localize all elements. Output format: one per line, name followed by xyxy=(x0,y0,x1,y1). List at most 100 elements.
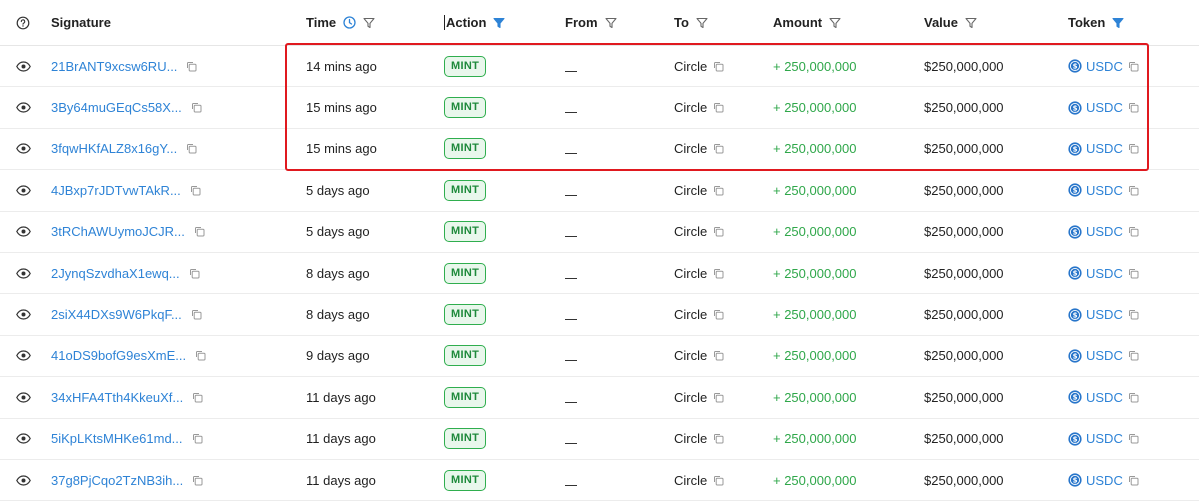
table-row[interactable]: 34xHFA4Tth4KkeuXf... 11 days ago MINT Ci… xyxy=(0,377,1199,419)
copy-icon[interactable] xyxy=(192,433,203,444)
copy-icon[interactable] xyxy=(1128,268,1139,279)
table-row[interactable]: 2siX44DXs9W6PkqF... 8 days ago MINT Circ… xyxy=(0,294,1199,336)
eye-icon[interactable] xyxy=(16,294,36,334)
eye-icon[interactable] xyxy=(16,377,36,417)
filter-icon[interactable] xyxy=(829,17,841,29)
token-link[interactable]: USDC xyxy=(1086,183,1123,198)
copy-icon[interactable] xyxy=(713,185,724,196)
eye-icon[interactable] xyxy=(16,170,36,210)
token-link[interactable]: USDC xyxy=(1086,431,1123,446)
copy-icon[interactable] xyxy=(713,475,724,486)
token-link[interactable]: USDC xyxy=(1086,307,1123,322)
header-action[interactable]: Action xyxy=(444,0,554,45)
eye-icon[interactable] xyxy=(16,87,36,127)
help-circle-icon[interactable] xyxy=(16,0,36,45)
copy-icon[interactable] xyxy=(194,226,205,237)
token-link[interactable]: USDC xyxy=(1086,100,1123,115)
copy-icon[interactable] xyxy=(713,61,724,72)
header-amount[interactable]: Amount xyxy=(773,0,918,45)
token-link[interactable]: USDC xyxy=(1086,59,1123,74)
to-text[interactable]: Circle xyxy=(674,431,707,446)
eye-icon[interactable] xyxy=(16,129,36,169)
copy-icon[interactable] xyxy=(713,268,724,279)
filter-active-icon[interactable] xyxy=(493,17,506,29)
header-value[interactable]: Value xyxy=(924,0,1064,45)
copy-icon[interactable] xyxy=(1128,392,1139,403)
header-to[interactable]: To xyxy=(674,0,769,45)
token-link[interactable]: USDC xyxy=(1086,473,1123,488)
to-text[interactable]: Circle xyxy=(674,473,707,488)
copy-icon[interactable] xyxy=(1128,433,1139,444)
copy-icon[interactable] xyxy=(1128,226,1139,237)
copy-icon[interactable] xyxy=(713,350,724,361)
copy-icon[interactable] xyxy=(191,102,202,113)
filter-icon[interactable] xyxy=(363,17,375,29)
to-text[interactable]: Circle xyxy=(674,183,707,198)
header-time[interactable]: Time xyxy=(306,0,436,45)
copy-icon[interactable] xyxy=(192,475,203,486)
filter-icon[interactable] xyxy=(965,17,977,29)
copy-icon[interactable] xyxy=(189,268,200,279)
copy-icon[interactable] xyxy=(1128,475,1139,486)
filter-icon[interactable] xyxy=(604,17,617,29)
table-row[interactable]: 3By64muGEqCs58X... 15 mins ago MINT Circ… xyxy=(0,87,1199,129)
table-row[interactable]: 5iKpLKtsMHKe61md... 11 days ago MINT Cir… xyxy=(0,419,1199,460)
copy-icon[interactable] xyxy=(1128,143,1139,154)
to-text[interactable]: Circle xyxy=(674,348,707,363)
copy-icon[interactable] xyxy=(713,392,724,403)
copy-icon[interactable] xyxy=(191,309,202,320)
to-text[interactable]: Circle xyxy=(674,100,707,115)
table-row[interactable]: 21BrANT9xcsw6RU... 14 mins ago MINT Circ… xyxy=(0,46,1199,88)
table-row[interactable]: 4JBxp7rJDTvwTAkR... 5 days ago MINT Circ… xyxy=(0,170,1199,212)
copy-icon[interactable] xyxy=(713,143,724,154)
to-text[interactable]: Circle xyxy=(674,59,707,74)
header-token[interactable]: Token xyxy=(1068,0,1188,45)
token-link[interactable]: USDC xyxy=(1086,224,1123,239)
filter-active-icon[interactable] xyxy=(1112,17,1124,29)
signature-link[interactable]: 41oDS9bofG9esXmE... xyxy=(51,348,186,363)
signature-link[interactable]: 5iKpLKtsMHKe61md... xyxy=(51,431,183,446)
table-row[interactable]: 41oDS9bofG9esXmE... 9 days ago MINT Circ… xyxy=(0,336,1199,378)
signature-link[interactable]: 21BrANT9xcsw6RU... xyxy=(51,59,177,74)
table-row[interactable]: 3fqwHKfALZ8x16gY... 15 mins ago MINT Cir… xyxy=(0,129,1199,171)
filter-icon[interactable] xyxy=(696,17,708,29)
copy-icon[interactable] xyxy=(1128,309,1139,320)
signature-link[interactable]: 3tRChAWUymoJCJR... xyxy=(51,224,185,239)
copy-icon[interactable] xyxy=(186,61,197,72)
eye-icon[interactable] xyxy=(16,419,36,459)
copy-icon[interactable] xyxy=(1128,185,1139,196)
copy-icon[interactable] xyxy=(1128,102,1139,113)
signature-link[interactable]: 34xHFA4Tth4KkeuXf... xyxy=(51,390,183,405)
to-text[interactable]: Circle xyxy=(674,390,707,405)
copy-icon[interactable] xyxy=(1128,350,1139,361)
copy-icon[interactable] xyxy=(713,102,724,113)
clock-icon[interactable] xyxy=(343,16,356,29)
token-link[interactable]: USDC xyxy=(1086,348,1123,363)
eye-icon[interactable] xyxy=(16,460,36,500)
eye-icon[interactable] xyxy=(16,253,36,293)
token-link[interactable]: USDC xyxy=(1086,390,1123,405)
eye-icon[interactable] xyxy=(16,336,36,376)
signature-link[interactable]: 2siX44DXs9W6PkqF... xyxy=(51,307,182,322)
copy-icon[interactable] xyxy=(195,350,206,361)
table-row[interactable]: 2JynqSzvdhaX1ewq... 8 days ago MINT Circ… xyxy=(0,253,1199,295)
signature-link[interactable]: 37g8PjCqo2TzNB3ih... xyxy=(51,473,183,488)
header-from[interactable]: From xyxy=(565,0,665,45)
token-link[interactable]: USDC xyxy=(1086,266,1123,281)
token-link[interactable]: USDC xyxy=(1086,141,1123,156)
signature-link[interactable]: 4JBxp7rJDTvwTAkR... xyxy=(51,183,181,198)
to-text[interactable]: Circle xyxy=(674,266,707,281)
copy-icon[interactable] xyxy=(186,143,197,154)
signature-link[interactable]: 3By64muGEqCs58X... xyxy=(51,100,182,115)
to-text[interactable]: Circle xyxy=(674,141,707,156)
to-text[interactable]: Circle xyxy=(674,224,707,239)
copy-icon[interactable] xyxy=(713,433,724,444)
copy-icon[interactable] xyxy=(192,392,203,403)
to-text[interactable]: Circle xyxy=(674,307,707,322)
copy-icon[interactable] xyxy=(713,309,724,320)
table-row[interactable]: 3tRChAWUymoJCJR... 5 days ago MINT Circl… xyxy=(0,212,1199,253)
signature-link[interactable]: 2JynqSzvdhaX1ewq... xyxy=(51,266,180,281)
copy-icon[interactable] xyxy=(190,185,201,196)
signature-link[interactable]: 3fqwHKfALZ8x16gY... xyxy=(51,141,177,156)
copy-icon[interactable] xyxy=(713,226,724,237)
